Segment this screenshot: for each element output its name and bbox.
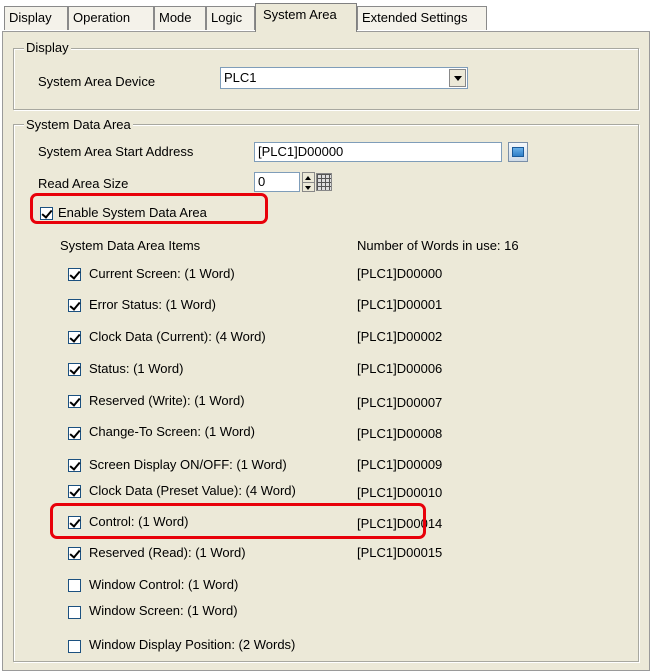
read-area-size-input[interactable]: 0 xyxy=(254,172,300,192)
keypad-icon[interactable] xyxy=(316,173,332,191)
start-address-label: System Area Start Address xyxy=(38,144,194,159)
read-area-size-stepper[interactable] xyxy=(302,172,315,192)
tab-mode[interactable]: Mode xyxy=(154,6,206,30)
item-address: [PLC1]D00002 xyxy=(357,329,443,344)
item-checkbox[interactable] xyxy=(68,547,81,560)
spin-down-icon[interactable] xyxy=(303,183,314,192)
item-checkbox[interactable] xyxy=(68,427,81,440)
words-in-use: Number of Words in use: 16 xyxy=(357,238,519,253)
system-data-area-legend: System Data Area xyxy=(24,117,133,132)
start-address-input[interactable]: [PLC1]D00000 xyxy=(254,142,502,162)
item-checkbox[interactable] xyxy=(68,579,81,592)
item-address: [PLC1]D00000 xyxy=(357,266,443,281)
item-checkbox[interactable] xyxy=(68,268,81,281)
read-area-size-label: Read Area Size xyxy=(38,176,129,191)
item-label: Current Screen: (1 Word) xyxy=(89,266,235,281)
item-address: [PLC1]D00010 xyxy=(357,485,443,500)
address-input-icon[interactable] xyxy=(508,142,528,162)
item-label: Reserved (Read): (1 Word) xyxy=(89,545,246,560)
item-label: Change-To Screen: (1 Word) xyxy=(89,424,255,439)
system-area-device-select[interactable]: PLC1 xyxy=(220,67,468,89)
item-address: [PLC1]D00001 xyxy=(357,297,443,312)
item-checkbox[interactable] xyxy=(68,395,81,408)
item-checkbox[interactable] xyxy=(68,640,81,653)
tab-display[interactable]: Display xyxy=(4,6,68,30)
display-group-legend: Display xyxy=(24,40,71,55)
tab-logic[interactable]: Logic xyxy=(206,6,255,30)
item-label: Window Control: (1 Word) xyxy=(89,577,239,592)
item-checkbox[interactable] xyxy=(68,331,81,344)
item-address: [PLC1]D00009 xyxy=(357,457,443,472)
item-address: [PLC1]D00006 xyxy=(357,361,443,376)
item-checkbox[interactable] xyxy=(68,606,81,619)
item-label: Error Status: (1 Word) xyxy=(89,297,216,312)
item-checkbox[interactable] xyxy=(68,485,81,498)
system-area-device-label: System Area Device xyxy=(38,74,156,89)
tab-operation[interactable]: Operation xyxy=(68,6,154,30)
item-checkbox[interactable] xyxy=(68,459,81,472)
item-checkbox[interactable] xyxy=(68,363,81,376)
highlight-control-row xyxy=(50,503,426,539)
item-label: Status: (1 Word) xyxy=(89,361,184,376)
item-address: [PLC1]D00007 xyxy=(357,395,443,410)
spin-up-icon[interactable] xyxy=(303,173,314,183)
item-address: [PLC1]D00008 xyxy=(357,426,443,441)
item-label: Window Display Position: (2 Words) xyxy=(89,637,296,652)
chevron-down-icon[interactable] xyxy=(449,69,466,87)
system-area-device-value: PLC1 xyxy=(224,70,257,85)
item-label: Clock Data (Preset Value): (4 Word) xyxy=(89,483,296,498)
item-label: Window Screen: (1 Word) xyxy=(89,603,238,618)
tab-strip: Display Operation Mode Logic System Area… xyxy=(0,0,652,32)
item-checkbox[interactable] xyxy=(68,299,81,312)
tab-extended-settings[interactable]: Extended Settings xyxy=(357,6,487,30)
item-label: Reserved (Write): (1 Word) xyxy=(89,393,245,408)
item-label: Clock Data (Current): (4 Word) xyxy=(89,329,266,344)
item-label: Screen Display ON/OFF: (1 Word) xyxy=(89,457,287,472)
highlight-enable-system-data-area xyxy=(30,193,268,224)
tab-system-area[interactable]: System Area xyxy=(255,3,357,32)
item-address: [PLC1]D00015 xyxy=(357,545,443,560)
items-header: System Data Area Items xyxy=(60,238,201,253)
